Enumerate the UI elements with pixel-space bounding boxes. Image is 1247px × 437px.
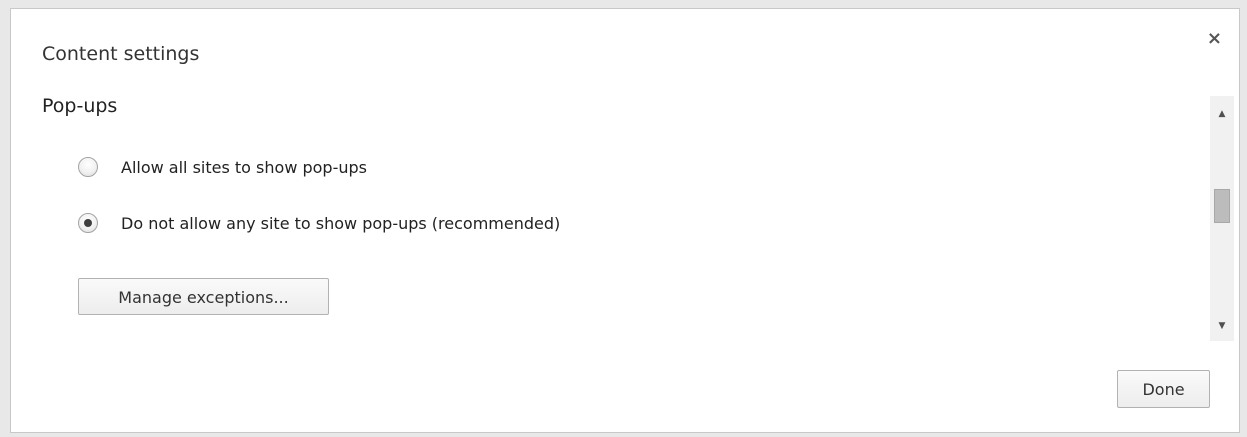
- scroll-up-arrow-icon[interactable]: ▲: [1210, 104, 1234, 124]
- settings-scroll-area: Pop-ups Allow all sites to show pop-ups …: [11, 89, 1239, 347]
- dialog-title: Content settings: [42, 43, 200, 65]
- radio-label-allow: Allow all sites to show pop-ups: [121, 157, 367, 177]
- manage-exceptions-button[interactable]: Manage exceptions...: [78, 278, 329, 315]
- radio-button-selected[interactable]: [78, 213, 98, 233]
- radio-dot-icon: [84, 219, 92, 227]
- close-icon[interactable]: ×: [1207, 30, 1222, 48]
- vertical-scrollbar[interactable]: ▲ ▼: [1210, 96, 1234, 341]
- radio-label-block: Do not allow any site to show pop-ups (r…: [121, 213, 561, 233]
- scrollbar-thumb[interactable]: [1214, 189, 1230, 223]
- popups-heading: Pop-ups: [42, 95, 118, 117]
- done-button[interactable]: Done: [1117, 370, 1210, 408]
- scroll-down-arrow-icon[interactable]: ▼: [1210, 316, 1234, 336]
- radio-button-unselected[interactable]: [78, 157, 98, 177]
- radio-allow-popups[interactable]: Allow all sites to show pop-ups: [78, 157, 367, 177]
- radio-block-popups[interactable]: Do not allow any site to show pop-ups (r…: [78, 213, 560, 233]
- content-settings-dialog: Content settings × Pop-ups Allow all sit…: [10, 8, 1240, 433]
